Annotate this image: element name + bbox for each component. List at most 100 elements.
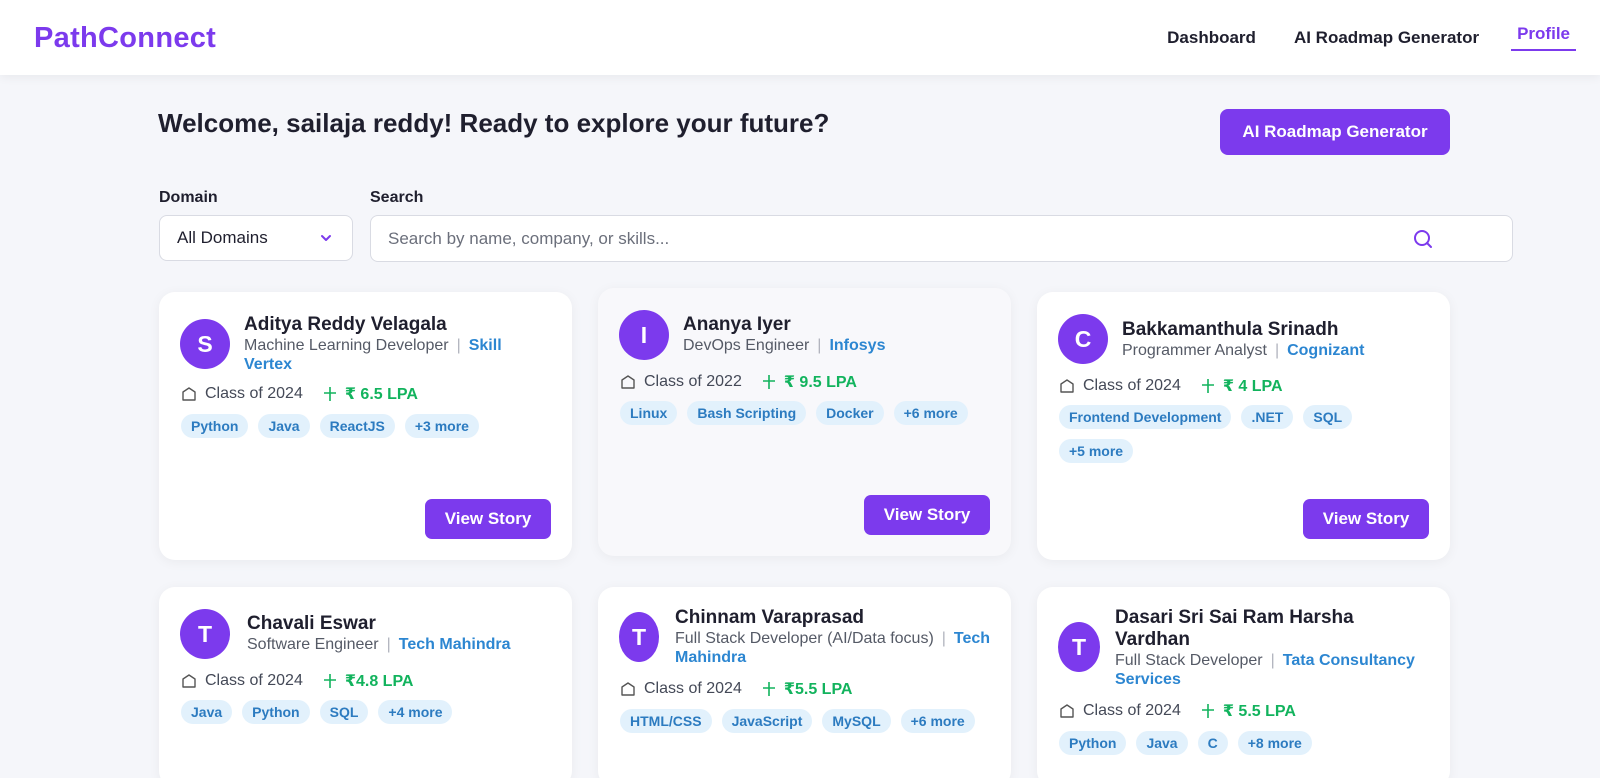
more-skills-tag[interactable]: +3 more [404, 414, 479, 438]
skill-tag: .NET [1241, 405, 1294, 429]
alumni-name: Aditya Reddy Velagala [244, 314, 447, 335]
domain-select[interactable]: All Domains [159, 215, 353, 261]
graduation-cap-icon [1060, 379, 1074, 393]
plus-icon [762, 375, 775, 389]
chevron-down-icon [321, 235, 331, 241]
plus-icon [762, 682, 775, 696]
ai-roadmap-generator-button[interactable]: AI Roadmap Generator [1220, 109, 1450, 155]
alumni-role: Programmer Analyst | Cognizant [1122, 342, 1365, 359]
company-name: Infosys [829, 337, 886, 354]
graduation-cap-icon [182, 387, 196, 401]
plus-icon [1201, 379, 1214, 393]
nav-links: Dashboard AI Roadmap Generator Profile [1135, 0, 1576, 75]
alumni-card: C Bakkamanthula Srinadh Programmer Analy… [1037, 292, 1450, 560]
nav-profile[interactable]: Profile [1511, 18, 1576, 51]
skill-tag: Java [1136, 731, 1188, 755]
alumni-role: DevOps Engineer | Infosys [683, 337, 886, 354]
card-meta: Class of 2024 ₹ 5.5 LPA [1059, 701, 1296, 721]
skill-tags: Python Java C +8 more [1059, 731, 1430, 755]
plus-icon [323, 674, 336, 688]
skill-tag: Docker [816, 401, 884, 425]
class-of: Class of 2022 [644, 373, 742, 390]
alumni-card: T Chinnam Varaprasad Full Stack Develope… [598, 587, 1011, 778]
skill-tag: SQL [1303, 405, 1353, 429]
class-of: Class of 2024 [1083, 702, 1181, 719]
skill-tag: Python [181, 414, 249, 438]
skill-tags: Linux Bash Scripting Docker +6 more [620, 401, 991, 425]
skill-tag: MySQL [822, 709, 891, 733]
card-info: Chinnam Varaprasad Full Stack Developer … [675, 607, 991, 667]
company-name: Cognizant [1287, 342, 1365, 359]
alumni-name: Chinnam Varaprasad [675, 607, 865, 628]
skill-tag: Python [1059, 731, 1127, 755]
avatar: T [180, 609, 230, 659]
search-box [370, 215, 1513, 262]
skill-tag: Java [258, 414, 310, 438]
alumni-card: I Ananya Iyer DevOps Engineer | Infosys Cl… [598, 288, 1011, 556]
brand-logo[interactable]: PathConnect [34, 22, 216, 55]
nav-ai-roadmap-generator[interactable]: AI Roadmap Generator [1288, 22, 1485, 54]
package: ₹ 6.5 LPA [344, 386, 418, 403]
top-navbar: PathConnect Dashboard AI Roadmap Generat… [0, 0, 1600, 75]
class-of: Class of 2024 [644, 680, 742, 697]
alumni-role: Full Stack Developer | Tata Consultancy Se… [1115, 652, 1415, 688]
package: ₹ 4 LPA [1222, 378, 1283, 395]
alumni-role: Machine Learning Developer | Skill Vertex [244, 337, 502, 373]
alumni-card: T Chavali Eswar Software Engineer | Tech M… [159, 587, 572, 778]
domain-label: Domain [159, 189, 218, 206]
nav-dashboard[interactable]: Dashboard [1161, 22, 1262, 54]
package: ₹4.8 LPA [344, 673, 414, 690]
more-skills-tag[interactable]: +4 more [378, 700, 453, 724]
alumni-name: Chavali Eswar [247, 613, 376, 634]
avatar: T [1058, 622, 1100, 672]
graduation-cap-icon [621, 375, 635, 389]
graduation-cap-icon [182, 674, 196, 688]
plus-icon [323, 387, 336, 401]
skill-tags: HTML/CSS JavaScript MySQL +6 more [620, 709, 991, 733]
plus-icon [1201, 704, 1214, 718]
search-input[interactable] [388, 216, 1388, 261]
skill-tag: ReactJS [319, 414, 395, 438]
class-of: Class of 2024 [1083, 377, 1181, 394]
skill-tag: Linux [620, 401, 678, 425]
avatar: C [1058, 314, 1108, 364]
more-skills-tag[interactable]: +6 more [893, 401, 968, 425]
welcome-heading: Welcome, sailaja reddy! Ready to explore… [158, 108, 830, 138]
skill-tags: Python Java ReactJS +3 more [181, 414, 552, 438]
card-meta: Class of 2024 ₹ 6.5 LPA [181, 384, 418, 404]
more-skills-tag[interactable]: +8 more [1237, 731, 1312, 755]
package: ₹5.5 LPA [783, 681, 853, 698]
class-of: Class of 2024 [205, 385, 303, 402]
avatar: I [619, 310, 669, 360]
card-meta: Class of 2024 ₹4.8 LPA [181, 671, 413, 691]
more-skills-tag[interactable]: +6 more [900, 709, 975, 733]
search-label: Search [370, 189, 424, 206]
alumni-role: Full Stack Developer (AI/Data focus) | Tec… [675, 630, 991, 666]
avatar: S [180, 319, 230, 369]
skill-tag: Frontend Development [1059, 405, 1232, 429]
card-meta: Class of 2022 ₹ 9.5 LPA [620, 372, 857, 392]
alumni-card: T Dasari Sri Sai Ram Harsha Vardhan Full… [1037, 587, 1450, 778]
view-story-button[interactable]: View Story [864, 495, 990, 535]
card-info: Bakkamanthula Srinadh Programmer Analyst… [1122, 319, 1430, 360]
view-story-button[interactable]: View Story [425, 499, 551, 539]
skill-tags: Java Python SQL +4 more [181, 700, 552, 724]
card-info: Chavali Eswar Software Engineer | Tech Mah… [247, 613, 552, 654]
alumni-card: S Aditya Reddy Velagala Machine Learning… [159, 292, 572, 560]
card-info: Aditya Reddy Velagala Machine Learning D… [244, 314, 552, 374]
package: ₹ 5.5 LPA [1222, 703, 1296, 720]
view-story-button[interactable]: View Story [1303, 499, 1429, 539]
more-skills-tag[interactable]: +5 more [1059, 439, 1134, 463]
skill-tag: Java [181, 700, 233, 724]
avatar: T [619, 612, 659, 662]
card-info: Dasari Sri Sai Ram Harsha Vardhan Full S… [1115, 607, 1430, 689]
card-info: Ananya Iyer DevOps Engineer | Infosys [683, 314, 991, 355]
class-of: Class of 2024 [205, 672, 303, 689]
card-meta: Class of 2024 ₹ 4 LPA [1059, 376, 1283, 396]
alumni-name: Ananya Iyer [683, 314, 791, 335]
graduation-cap-icon [1060, 704, 1074, 718]
alumni-name: Bakkamanthula Srinadh [1122, 319, 1339, 340]
graduation-cap-icon [621, 682, 635, 696]
search-icon[interactable] [1412, 228, 1434, 250]
alumni-role: Software Engineer | Tech Mahindra [247, 636, 511, 653]
